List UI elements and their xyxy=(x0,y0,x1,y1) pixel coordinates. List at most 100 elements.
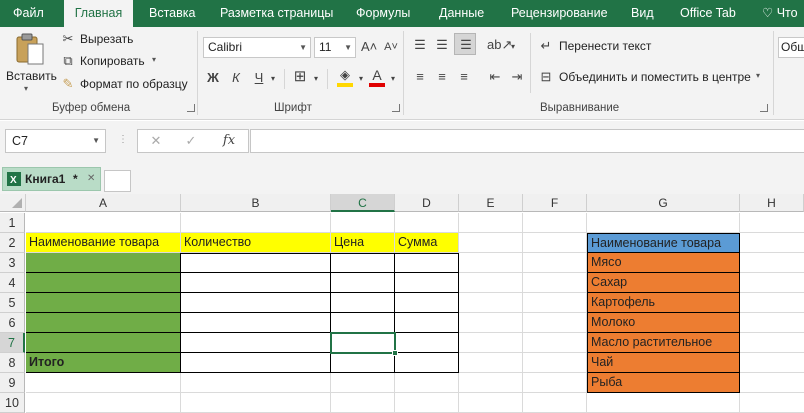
cell-a2[interactable]: Наименование товара xyxy=(26,233,181,253)
column-header-h[interactable]: H xyxy=(740,194,804,212)
cell-g8[interactable]: Чай xyxy=(587,353,740,373)
cell-g9[interactable]: Рыба xyxy=(587,373,740,393)
new-workbook-tab-button[interactable] xyxy=(104,170,131,192)
cell-b2[interactable]: Количество xyxy=(181,233,331,253)
tab-view[interactable]: Вид xyxy=(631,0,654,27)
orientation-icon[interactable]: ab↗ xyxy=(487,37,512,53)
italic-button[interactable]: К xyxy=(228,70,244,86)
cut-button[interactable]: ✂ Вырезать xyxy=(60,31,150,49)
align-top-icon[interactable]: ☰ xyxy=(412,37,428,53)
chevron-down-icon[interactable]: ▾ xyxy=(356,71,366,87)
tab-file[interactable]: Файл xyxy=(13,0,44,27)
paste-button[interactable]: Вставить ▾ xyxy=(4,30,57,98)
select-all-button[interactable] xyxy=(0,194,26,212)
clipboard-group-title: Буфер обмена xyxy=(52,102,131,114)
font-name-combo[interactable]: Calibri ▼ xyxy=(203,37,311,58)
column-header-e[interactable]: E xyxy=(459,194,523,212)
align-left-icon[interactable]: ≡ xyxy=(412,69,428,85)
fill-color-swatch xyxy=(337,83,353,87)
underline-button[interactable]: Ч xyxy=(251,70,267,86)
tab-formulas[interactable]: Формулы xyxy=(356,0,410,27)
merge-center-label: Объединить и поместить в центре xyxy=(559,70,751,84)
column-header-b[interactable]: B xyxy=(181,194,331,212)
dialog-launcher-icon[interactable] xyxy=(392,104,400,112)
align-middle-icon[interactable]: ☰ xyxy=(434,37,450,53)
cell-a8-total[interactable]: Итого xyxy=(26,353,181,373)
number-format-combo[interactable]: Общ xyxy=(778,37,804,58)
cell-g2[interactable]: Наименование товара xyxy=(587,233,740,253)
chevron-down-icon: ▾ xyxy=(24,84,29,93)
align-bottom-button[interactable]: ☰ xyxy=(454,33,476,55)
workbook-tab[interactable]: X Книга1 * ✕ xyxy=(2,167,101,191)
merge-center-button[interactable]: ⊟ Объединить и поместить в центре ▾ xyxy=(538,69,770,87)
close-tab-icon[interactable]: ✕ xyxy=(87,173,95,184)
cell-g5[interactable]: Картофель xyxy=(587,293,740,313)
group-separator xyxy=(197,31,198,115)
tab-home[interactable]: Главная xyxy=(64,0,133,27)
cell-g3[interactable]: Мясо xyxy=(587,253,740,273)
align-center-icon[interactable]: ≡ xyxy=(434,69,450,85)
borders-icon[interactable]: ⊞ xyxy=(292,69,308,85)
increase-font-size-icon[interactable]: A˄ xyxy=(361,39,377,55)
chevron-down-icon[interactable]: ▾ xyxy=(508,39,518,55)
formula-bar: C7 ▼ ⋮ ✕ ✓ fx xyxy=(0,121,804,161)
cell-g4[interactable]: Сахар xyxy=(587,273,740,293)
tab-insert[interactable]: Вставка xyxy=(149,0,195,27)
dialog-launcher-icon[interactable] xyxy=(760,104,768,112)
chevron-down-icon[interactable]: ▾ xyxy=(311,71,321,87)
workbook-name: Книга1 xyxy=(25,172,66,186)
cell-d2[interactable]: Сумма xyxy=(395,233,459,253)
tab-data[interactable]: Данные xyxy=(439,0,484,27)
svg-text:X: X xyxy=(10,175,17,186)
copy-button[interactable]: ⧉ Копировать ▾ xyxy=(60,53,160,71)
bold-button[interactable]: Ж xyxy=(205,70,221,86)
cell-a4[interactable] xyxy=(26,273,181,293)
fill-color-button[interactable]: ◈ xyxy=(336,67,354,87)
chevron-down-icon[interactable]: ▾ xyxy=(268,71,278,87)
cell-a5[interactable] xyxy=(26,293,181,313)
formula-input[interactable] xyxy=(250,129,804,153)
column-header-c[interactable]: C xyxy=(331,194,395,212)
cancel-icon[interactable]: ✕ xyxy=(148,133,164,149)
font-size-combo[interactable]: 11 ▼ xyxy=(314,37,356,58)
dialog-launcher-icon[interactable] xyxy=(187,104,195,112)
cell-a7[interactable] xyxy=(26,333,181,353)
column-header-a[interactable]: A xyxy=(26,194,181,212)
align-bottom-icon: ☰ xyxy=(460,37,472,52)
insert-function-icon[interactable]: fx xyxy=(220,133,238,149)
enter-icon[interactable]: ✓ xyxy=(183,133,199,149)
cell-c2[interactable]: Цена xyxy=(331,233,395,253)
column-header-d[interactable]: D xyxy=(395,194,459,212)
font-group-title: Шрифт xyxy=(274,102,312,114)
cell-g6[interactable]: Молоко xyxy=(587,313,740,333)
scissors-icon: ✂ xyxy=(62,31,74,46)
tab-review[interactable]: Рецензирование xyxy=(511,0,608,27)
selected-cell-c7[interactable] xyxy=(330,332,398,356)
decrease-indent-icon[interactable]: ⇤ xyxy=(487,69,503,85)
wrap-text-button[interactable]: ↵ Перенести текст xyxy=(538,38,658,56)
increase-indent-icon[interactable]: ⇥ xyxy=(509,69,525,85)
cell-a6[interactable] xyxy=(26,313,181,333)
tab-page-layout[interactable]: Разметка страницы xyxy=(220,0,333,27)
group-separator xyxy=(403,31,404,115)
fill-handle[interactable] xyxy=(392,350,398,356)
column-header-f[interactable]: F xyxy=(523,194,587,212)
tab-office-tab[interactable]: Office Tab xyxy=(680,0,736,27)
chevron-down-icon[interactable]: ▾ xyxy=(388,71,398,87)
chevron-down-icon: ▼ xyxy=(92,136,100,145)
cell-g7[interactable]: Масло растительное xyxy=(587,333,740,353)
font-color-button[interactable]: A xyxy=(368,67,386,87)
resize-handle-icon[interactable]: ⋮ xyxy=(118,134,128,145)
align-right-icon[interactable]: ≡ xyxy=(456,69,472,85)
column-header-g[interactable]: G xyxy=(587,194,740,212)
table-body-lines xyxy=(181,253,459,373)
name-box[interactable]: C7 ▼ xyxy=(5,129,106,153)
divider xyxy=(530,33,531,93)
font-color-swatch xyxy=(369,83,385,87)
decrease-font-size-icon[interactable]: A˅ xyxy=(383,39,399,55)
format-painter-button[interactable]: ✎ Формат по образцу xyxy=(60,76,190,94)
spreadsheet-grid: A B C D E F G H 1 2 3 4 5 6 7 8 9 10 Наи… xyxy=(0,194,804,413)
lightbulb-icon: ♡ xyxy=(762,6,774,20)
tell-me-search[interactable]: ♡ Что xyxy=(762,0,798,27)
cell-a3[interactable] xyxy=(26,253,181,273)
